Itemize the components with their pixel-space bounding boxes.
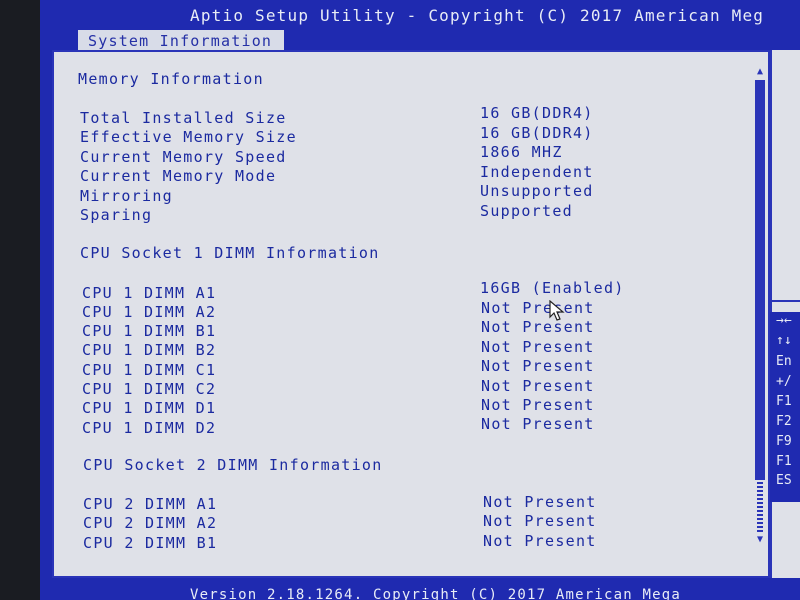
- tab-system-information[interactable]: System Information: [78, 30, 284, 52]
- help-key-select-screen: →←: [776, 313, 792, 328]
- socket1-heading: CPU Socket 1 DIMM Information: [80, 244, 380, 262]
- dimm-row-label: CPU 1 DIMM D1: [82, 399, 217, 417]
- help-key-enter: En: [776, 354, 792, 369]
- scrollbar-track-lower[interactable]: [757, 482, 763, 532]
- dimm-row-label: CPU 2 DIMM A2: [83, 514, 218, 532]
- dimm-row-value: Not Present: [483, 512, 597, 530]
- content-area: Memory Information Total Installed Size …: [54, 52, 754, 576]
- help-key-change-option: +/: [776, 374, 792, 389]
- dimm-row-label: CPU 1 DIMM D2: [82, 419, 217, 437]
- dimm-row-value: Not Present: [483, 493, 597, 511]
- help-key-f2: F2: [776, 414, 792, 429]
- mouse-pointer-icon: [549, 300, 565, 321]
- help-key-esc: ES: [776, 473, 792, 488]
- title-bar: Aptio Setup Utility - Copyright (C) 2017…: [190, 6, 765, 25]
- dimm-row-label: CPU 1 DIMM B1: [82, 322, 217, 340]
- scroll-up-arrow-icon[interactable]: ▲: [754, 66, 766, 78]
- dimm-row-label: CPU 1 DIMM C1: [82, 361, 217, 379]
- dimm-row-label: CPU 1 DIMM C2: [82, 380, 217, 398]
- dimm-row-value: Not Present: [481, 377, 595, 395]
- current-memory-speed-value: 1866 MHZ: [480, 143, 563, 161]
- sparing-value: Supported: [480, 202, 573, 220]
- current-memory-mode-value: Independent: [480, 163, 594, 181]
- current-memory-speed-label: Current Memory Speed: [80, 148, 287, 166]
- effective-memory-size-label: Effective Memory Size: [80, 128, 297, 146]
- scrollbar[interactable]: ▲ ▼: [754, 66, 766, 546]
- sparing-label: Sparing: [80, 206, 153, 224]
- memory-heading: Memory Information: [78, 70, 264, 88]
- dimm-row-label: CPU 1 DIMM A2: [82, 303, 217, 321]
- dimm-row-value: Not Present: [481, 299, 595, 317]
- bios-screen: Aptio Setup Utility - Copyright (C) 2017…: [40, 0, 800, 600]
- dimm-row-value: 16GB (Enabled): [480, 279, 625, 297]
- dimm-row-value: Not Present: [481, 396, 595, 414]
- effective-memory-size-value: 16 GB(DDR4): [480, 124, 594, 142]
- dimm-row-value: Not Present: [481, 318, 595, 336]
- main-panel: Memory Information Total Installed Size …: [52, 50, 770, 578]
- current-memory-mode-label: Current Memory Mode: [80, 167, 277, 185]
- dimm-row-value: Not Present: [481, 357, 595, 375]
- dimm-row-label: CPU 1 DIMM B2: [82, 341, 217, 359]
- socket2-heading: CPU Socket 2 DIMM Information: [83, 456, 383, 474]
- mirroring-label: Mirroring: [80, 187, 173, 205]
- dimm-row-value: Not Present: [481, 415, 595, 433]
- dimm-row-label: CPU 2 DIMM A1: [83, 495, 218, 513]
- mirroring-value: Unsupported: [480, 182, 594, 200]
- scrollbar-thumb[interactable]: [755, 80, 765, 480]
- dimm-row-value: Not Present: [483, 532, 597, 550]
- footer-version: Version 2.18.1264. Copyright (C) 2017 Am…: [190, 587, 682, 600]
- help-divider: [772, 300, 800, 302]
- dimm-row-label: CPU 1 DIMM A1: [82, 284, 217, 302]
- help-key-f1: F1: [776, 394, 792, 409]
- total-installed-size-value: 16 GB(DDR4): [480, 104, 594, 122]
- help-key-select-item: ↑↓: [776, 333, 792, 348]
- dimm-row-label: CPU 2 DIMM B1: [83, 534, 218, 552]
- total-installed-size-label: Total Installed Size: [80, 109, 287, 127]
- help-key-f10: F1: [776, 454, 792, 469]
- dimm-row-value: Not Present: [481, 338, 595, 356]
- help-key-f9: F9: [776, 434, 792, 449]
- scroll-down-arrow-icon[interactable]: ▼: [754, 534, 766, 546]
- key-help-list: →← ↑↓ En +/ F1 F2 F9 F1 ES: [770, 312, 800, 502]
